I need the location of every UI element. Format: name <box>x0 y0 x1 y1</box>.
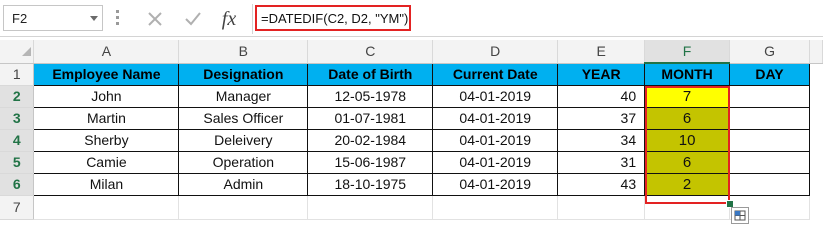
cell-current-date[interactable]: 04-01-2019 <box>432 150 559 174</box>
cell-date-of-birth[interactable]: 20-02-1984 <box>307 128 434 152</box>
cell-date-of-birth[interactable]: 18-10-1975 <box>307 172 434 196</box>
fx-label: fx <box>221 7 237 30</box>
formula-bar: F2 fx =DATEDIF(C2, D2, "YM") <box>0 0 823 38</box>
column-header-a[interactable]: A <box>33 40 180 64</box>
spreadsheet-grid: A B C D E F G 1 Employee Name Designatio… <box>0 40 823 220</box>
cell-designation[interactable]: Admin <box>178 172 309 196</box>
cell-empty[interactable] <box>178 195 309 220</box>
cell-day[interactable] <box>729 84 810 108</box>
insert-function-button[interactable]: fx <box>215 6 243 32</box>
column-header-h[interactable] <box>809 40 823 64</box>
table-row: 5 Camie Operation 15-06-1987 04-01-2019 … <box>0 150 823 174</box>
cell-month[interactable]: 2 <box>644 172 731 196</box>
cell-designation[interactable]: Deleivery <box>178 128 309 152</box>
cell-month[interactable]: 10 <box>644 128 731 152</box>
cancel-button[interactable] <box>141 6 169 32</box>
cell-current-date[interactable]: 04-01-2019 <box>432 106 559 130</box>
drag-handle-icon[interactable] <box>116 10 119 28</box>
row-header-5[interactable]: 5 <box>0 151 35 174</box>
cell-designation[interactable]: Operation <box>178 150 309 174</box>
name-box-value: F2 <box>12 11 28 26</box>
cell-current-date[interactable]: 04-01-2019 <box>432 172 559 196</box>
column-header-g[interactable]: G <box>729 40 810 64</box>
divider <box>252 4 253 34</box>
cell-current-date[interactable]: 04-01-2019 <box>432 84 559 108</box>
formula-input[interactable]: =DATEDIF(C2, D2, "YM") <box>255 5 411 31</box>
cell-employee-name[interactable]: Sherby <box>33 128 180 152</box>
cell-designation[interactable]: Sales Officer <box>178 106 309 130</box>
table-row: 4 Sherby Deleivery 20-02-1984 04-01-2019… <box>0 128 823 152</box>
quick-analysis-button[interactable] <box>731 207 749 224</box>
column-header-d[interactable]: D <box>432 40 559 64</box>
cell-year[interactable]: 43 <box>557 172 646 196</box>
cell-employee-name[interactable]: Milan <box>33 172 180 196</box>
cell-empty[interactable] <box>432 195 559 220</box>
table-row: 7 <box>0 195 823 220</box>
cell-empty[interactable] <box>644 195 731 220</box>
table-row: 6 Milan Admin 18-10-1975 04-01-2019 43 2 <box>0 172 823 196</box>
column-header-e[interactable]: E <box>557 40 646 64</box>
cell-employee-name[interactable]: Camie <box>33 150 180 174</box>
header-cell-year[interactable]: YEAR <box>557 62 646 86</box>
check-icon <box>185 12 201 26</box>
column-header-f[interactable]: F <box>644 40 731 64</box>
column-header-b[interactable]: B <box>178 40 309 64</box>
row-header-4[interactable]: 4 <box>0 129 35 152</box>
header-cell-month[interactable]: MONTH <box>644 62 731 86</box>
cell-day[interactable] <box>729 106 810 130</box>
table-row: 3 Martin Sales Officer 01-07-1981 04-01-… <box>0 106 823 130</box>
cell-day[interactable] <box>729 150 810 174</box>
cell-month[interactable]: 6 <box>644 106 731 130</box>
table-row: 2 John Manager 12-05-1978 04-01-2019 40 … <box>0 84 823 108</box>
row-header-6[interactable]: 6 <box>0 173 35 196</box>
name-box[interactable]: F2 <box>3 5 103 31</box>
cell-current-date[interactable]: 04-01-2019 <box>432 128 559 152</box>
quick-analysis-icon <box>734 210 746 221</box>
close-icon <box>148 12 162 26</box>
cell-designation[interactable]: Manager <box>178 84 309 108</box>
row-header-7[interactable]: 7 <box>0 195 35 220</box>
cell-year[interactable]: 37 <box>557 106 646 130</box>
enter-button[interactable] <box>179 6 207 32</box>
cell-day[interactable] <box>729 172 810 196</box>
header-cell-date-of-birth[interactable]: Date of Birth <box>307 62 434 86</box>
row-header-3[interactable]: 3 <box>0 107 35 130</box>
cell-year[interactable]: 40 <box>557 84 646 108</box>
row-header-1[interactable]: 1 <box>0 63 35 86</box>
select-all-icon[interactable] <box>22 47 31 56</box>
cell-day[interactable] <box>729 128 810 152</box>
cell-month[interactable]: 6 <box>644 150 731 174</box>
header-cell-employee-name[interactable]: Employee Name <box>33 62 180 86</box>
cell-month-active[interactable]: 7 <box>644 84 731 108</box>
cell-date-of-birth[interactable]: 12-05-1978 <box>307 84 434 108</box>
header-cell-current-date[interactable]: Current Date <box>432 62 559 86</box>
cell-empty[interactable] <box>557 195 646 220</box>
table-header-row: 1 Employee Name Designation Date of Birt… <box>0 62 823 86</box>
formula-text: =DATEDIF(C2, D2, "YM") <box>261 11 409 26</box>
cell-employee-name[interactable]: John <box>33 84 180 108</box>
header-cell-designation[interactable]: Designation <box>178 62 309 86</box>
header-cell-day[interactable]: DAY <box>729 62 810 86</box>
cell-empty[interactable] <box>307 195 434 220</box>
chevron-down-icon[interactable] <box>90 16 98 21</box>
cell-employee-name[interactable]: Martin <box>33 106 180 130</box>
cell-date-of-birth[interactable]: 15-06-1987 <box>307 150 434 174</box>
cell-date-of-birth[interactable]: 01-07-1981 <box>307 106 434 130</box>
cell-year[interactable]: 34 <box>557 128 646 152</box>
cell-year[interactable]: 31 <box>557 150 646 174</box>
column-header-row: A B C D E F G <box>0 40 823 64</box>
column-header-c[interactable]: C <box>307 40 434 64</box>
row-header-2[interactable]: 2 <box>0 85 35 108</box>
divider <box>0 36 823 37</box>
cell-empty[interactable] <box>33 195 180 220</box>
